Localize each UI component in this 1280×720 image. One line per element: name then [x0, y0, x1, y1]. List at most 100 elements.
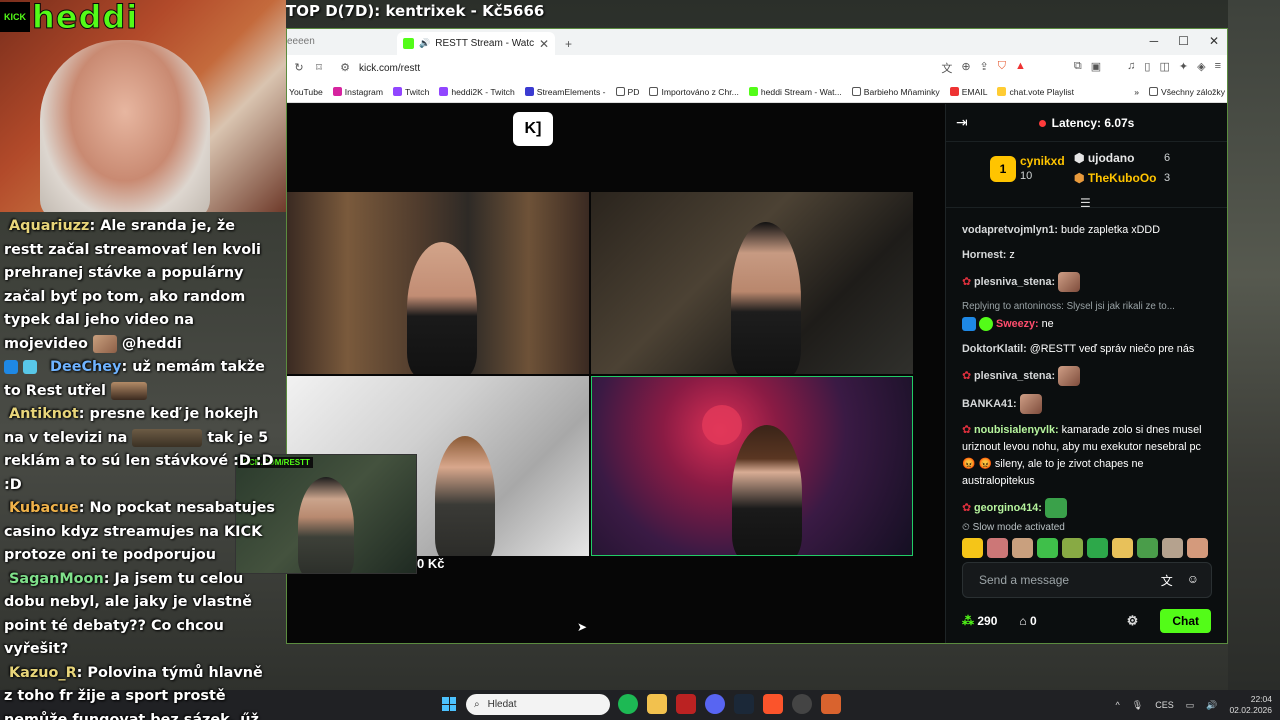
bookmark-imported[interactable]: Importováno z Chr... [649, 87, 739, 97]
rewards-icon[interactable]: ▲ [1015, 60, 1026, 76]
streamer-webcam [40, 40, 210, 212]
emote-face[interactable] [1012, 538, 1033, 558]
leader-third-name[interactable]: ⬢ TheKuboOo [1074, 171, 1156, 185]
wallet-icon[interactable]: ▣ [1091, 60, 1101, 76]
app-red-icon[interactable] [676, 694, 696, 714]
url-input[interactable]: ⚙ kick.com/restt [333, 58, 934, 78]
bookmark-icon[interactable]: ⌑ [313, 62, 325, 74]
spotify-icon[interactable] [618, 694, 638, 714]
channel-points[interactable]: ⁂ 290 [962, 614, 997, 628]
chat-panel: ⇥ Latency: 6.07s 1 cynikxd 10 ⬢ ujodano … [945, 104, 1227, 643]
bookmark-pd[interactable]: PD [615, 87, 639, 97]
close-tab-icon[interactable]: ✕ [539, 37, 549, 51]
site-info-icon[interactable]: ⚙ [339, 62, 351, 74]
wallet2-icon[interactable]: ◫ [1159, 60, 1169, 76]
leo-icon[interactable]: ✦ [1179, 60, 1188, 76]
extensions-icon[interactable]: ⧉ [1074, 60, 1082, 76]
maximize-icon[interactable]: ☐ [1178, 34, 1189, 48]
emote [1044, 498, 1067, 518]
translate-icon[interactable]: 文 [941, 60, 952, 76]
close-window-icon[interactable]: ✕ [1209, 34, 1219, 48]
emote-point[interactable] [987, 538, 1008, 558]
reload-icon[interactable]: ↻ [293, 62, 305, 74]
drops-counter[interactable]: ⌂ 0 [1019, 614, 1036, 628]
speaker-icon[interactable]: 🔊 [419, 38, 430, 49]
leader-first-name[interactable]: cynikxd [1020, 154, 1065, 168]
moon [702, 405, 742, 445]
tab-previous[interactable]: eeeen [287, 29, 397, 55]
chat-message: ✿ plesniva_stena: [962, 272, 1211, 292]
bookmark-streamelements[interactable]: StreamElements - [524, 87, 606, 97]
overlay-chat-message: Antiknot: presne keď je hokejh na v tele… [4, 406, 274, 493]
translate-chat-icon[interactable]: 文 [1161, 572, 1173, 589]
folder-icon [1148, 87, 1158, 96]
bookmark-barbie[interactable]: Barbieho Mňaminky [851, 87, 940, 97]
chat-settings-gear-icon[interactable]: ⚙ [1127, 613, 1139, 629]
overlay-chat: Aquariuzz: Ale sranda je, že restt začal… [0, 212, 280, 720]
share-icon[interactable]: ⇪ [980, 60, 989, 76]
kick-icon [748, 87, 758, 96]
verified-badge-icon [4, 360, 18, 374]
discord-icon[interactable] [705, 694, 725, 714]
media-icon[interactable]: ♫ [1127, 60, 1135, 76]
video-tile-bottom-right [591, 376, 913, 556]
emote-frog[interactable] [1062, 538, 1083, 558]
microphone-icon[interactable]: 🎙 [1132, 700, 1143, 711]
reply-reference[interactable]: Replying to antoninoss: Slysel jsi jak r… [962, 300, 1211, 314]
slow-mode-notice: ⏲ Slow mode activated [962, 522, 1065, 533]
emote-laugh[interactable] [962, 538, 983, 558]
streamer-name: heddi [31, 0, 139, 37]
shield-icon[interactable]: ⛉ [998, 60, 1006, 76]
kick-page: K] KICK.COM/RESTT 0 Kč ➤ ⇥ Latency: 6.07… [235, 104, 1227, 643]
minimize-icon[interactable]: ─ [1150, 34, 1159, 48]
brave-browser-icon[interactable] [763, 694, 783, 714]
chat-message: vodapretvojmlyn1: bude zapletka xDDD [962, 224, 1161, 236]
clock[interactable]: 22:04 02.02.2026 [1229, 694, 1272, 716]
kick-site-logo-icon[interactable]: K] [513, 112, 553, 146]
chatvote-icon [997, 87, 1007, 96]
language-indicator[interactable]: CES [1155, 700, 1174, 710]
all-bookmarks[interactable]: Všechny záložky [1148, 87, 1225, 97]
bookmark-email[interactable]: EMAIL [949, 87, 987, 97]
bookmark-instagram[interactable]: Instagram [332, 87, 383, 97]
emote-pepe2[interactable] [1137, 538, 1158, 558]
file-explorer-icon[interactable] [647, 694, 667, 714]
taskbar-search[interactable]: ⌕ Hledat [466, 694, 610, 715]
steam-icon[interactable] [734, 694, 754, 714]
bookmarks-more-icon[interactable]: » [1134, 87, 1139, 97]
network-icon[interactable]: ▭ [1186, 700, 1195, 711]
pinned-expand-icon[interactable]: ☰ [1080, 196, 1091, 210]
sidebar-icon[interactable]: ▯ [1144, 60, 1150, 76]
send-chat-button[interactable]: Chat [1160, 609, 1211, 633]
tab-restt-stream[interactable]: 🔊 RESTT Stream - Watch Live on ✕ [397, 32, 555, 55]
new-tab-icon[interactable]: + [565, 37, 572, 51]
app-orange-icon[interactable] [821, 694, 841, 714]
twitch-icon [439, 87, 449, 96]
mouse-cursor-icon: ➤ [577, 620, 588, 634]
bookmark-chatvote[interactable]: chat.vote Playlist [997, 87, 1074, 97]
obs-icon[interactable] [792, 694, 812, 714]
video-tile-top-right [591, 192, 913, 374]
emote-clown[interactable] [1112, 538, 1133, 558]
emoji-picker-icon[interactable]: ☺ [1187, 572, 1199, 589]
chat-message: Hornest: z [962, 249, 1015, 261]
bookmark-youtube[interactable]: YouTube [289, 87, 323, 97]
bookmark-twitch[interactable]: Twitch [393, 87, 429, 97]
video-player[interactable]: K] KICK.COM/RESTT 0 Kč ➤ [235, 104, 945, 643]
kick-favicon-icon [403, 38, 414, 49]
emote-kick[interactable] [1037, 538, 1058, 558]
menu-icon[interactable]: ≡ [1215, 60, 1221, 76]
bookmark-heddi-stream[interactable]: heddi Stream - Wat... [748, 87, 842, 97]
bookmark-heddi-twitch[interactable]: heddi2K - Twitch [439, 87, 515, 97]
windows-start-icon[interactable] [442, 697, 456, 711]
chat-message-input[interactable]: Send a message 文 ☺ [962, 562, 1212, 598]
leader-second-name[interactable]: ⬢ ujodano [1074, 151, 1134, 165]
emote-face2[interactable] [1187, 538, 1208, 558]
emote-cat[interactable] [1162, 538, 1183, 558]
tray-overflow-icon[interactable]: ^ [1116, 700, 1120, 710]
zoom-icon[interactable]: ⊕ [961, 60, 970, 76]
vpn-icon[interactable]: ◈ [1197, 60, 1205, 76]
emote-pepe[interactable] [1087, 538, 1108, 558]
rank-badge: 1 [990, 156, 1016, 182]
volume-icon[interactable]: 🔊 [1206, 700, 1217, 711]
